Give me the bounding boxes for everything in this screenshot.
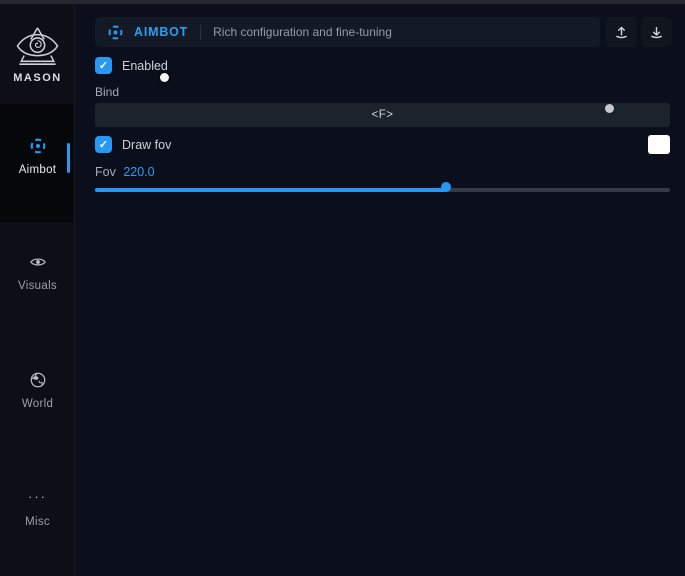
draw-fov-label: Draw fov bbox=[122, 138, 171, 152]
fov-slider-fill bbox=[95, 188, 446, 192]
fov-color-swatch[interactable] bbox=[648, 135, 670, 154]
sidebar-item-label: Visuals bbox=[18, 280, 57, 292]
page-title: AIMBOT bbox=[134, 25, 188, 39]
eye-icon bbox=[29, 253, 47, 271]
sidebar-item-aimbot[interactable]: Aimbot bbox=[0, 137, 75, 178]
page-header: AIMBOT Rich configuration and fine-tunin… bbox=[95, 17, 600, 47]
window-top-strip bbox=[0, 0, 685, 4]
sidebar-item-label: World bbox=[22, 398, 53, 410]
fov-slider[interactable] bbox=[95, 188, 670, 192]
sidebar-item-visuals[interactable]: Visuals bbox=[0, 253, 75, 294]
fov-label: Fov bbox=[95, 165, 116, 179]
crosshair-icon bbox=[29, 137, 47, 155]
check-icon: ✓ bbox=[99, 138, 108, 151]
fov-slider-thumb[interactable] bbox=[441, 182, 451, 192]
upload-icon bbox=[614, 25, 629, 40]
draw-fov-checkbox[interactable]: ✓ bbox=[95, 136, 112, 153]
sidebar-item-label: Misc bbox=[25, 516, 50, 528]
sidebar-item-misc[interactable]: ··· Misc bbox=[0, 489, 75, 530]
globe-icon bbox=[29, 371, 47, 389]
mason-logo-icon bbox=[14, 26, 61, 68]
enabled-label: Enabled bbox=[122, 59, 168, 73]
sidebar-item-label: Aimbot bbox=[19, 164, 57, 176]
download-config-button[interactable] bbox=[641, 17, 672, 47]
crosshair-icon bbox=[107, 24, 124, 41]
sidebar-item-world[interactable]: World bbox=[0, 371, 75, 412]
upload-config-button[interactable] bbox=[606, 17, 637, 47]
bind-value: <F> bbox=[372, 109, 394, 121]
enabled-checkbox[interactable]: ✓ bbox=[95, 57, 112, 74]
check-icon: ✓ bbox=[99, 59, 108, 72]
bind-label: Bind bbox=[95, 85, 119, 99]
bind-input[interactable]: <F> bbox=[95, 103, 670, 127]
download-icon bbox=[649, 25, 664, 40]
brand-name: MASON bbox=[0, 72, 75, 84]
header-divider bbox=[200, 25, 201, 40]
page-subtitle: Rich configuration and fine-tuning bbox=[213, 25, 392, 39]
fov-value-row: Fov 220.0 bbox=[95, 165, 155, 179]
cursor-dot bbox=[160, 73, 169, 82]
fov-value: 220.0 bbox=[123, 165, 154, 179]
ellipsis-icon: ··· bbox=[0, 489, 75, 507]
